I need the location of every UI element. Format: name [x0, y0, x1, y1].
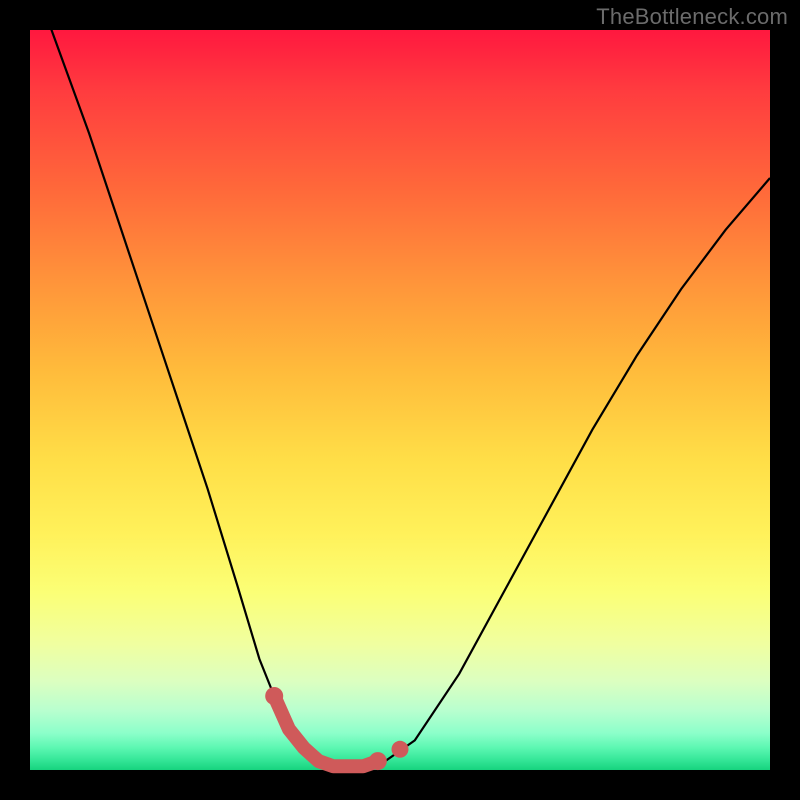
highlight-segment — [274, 696, 378, 766]
plot-area — [30, 30, 770, 770]
highlight-extra-point — [392, 741, 409, 758]
bottleneck-curve — [30, 0, 770, 768]
highlight-dot — [265, 687, 283, 705]
curve-svg — [30, 30, 770, 770]
highlight-dot — [369, 752, 387, 770]
watermark-text: TheBottleneck.com — [596, 4, 788, 30]
chart-frame: TheBottleneck.com — [0, 0, 800, 800]
